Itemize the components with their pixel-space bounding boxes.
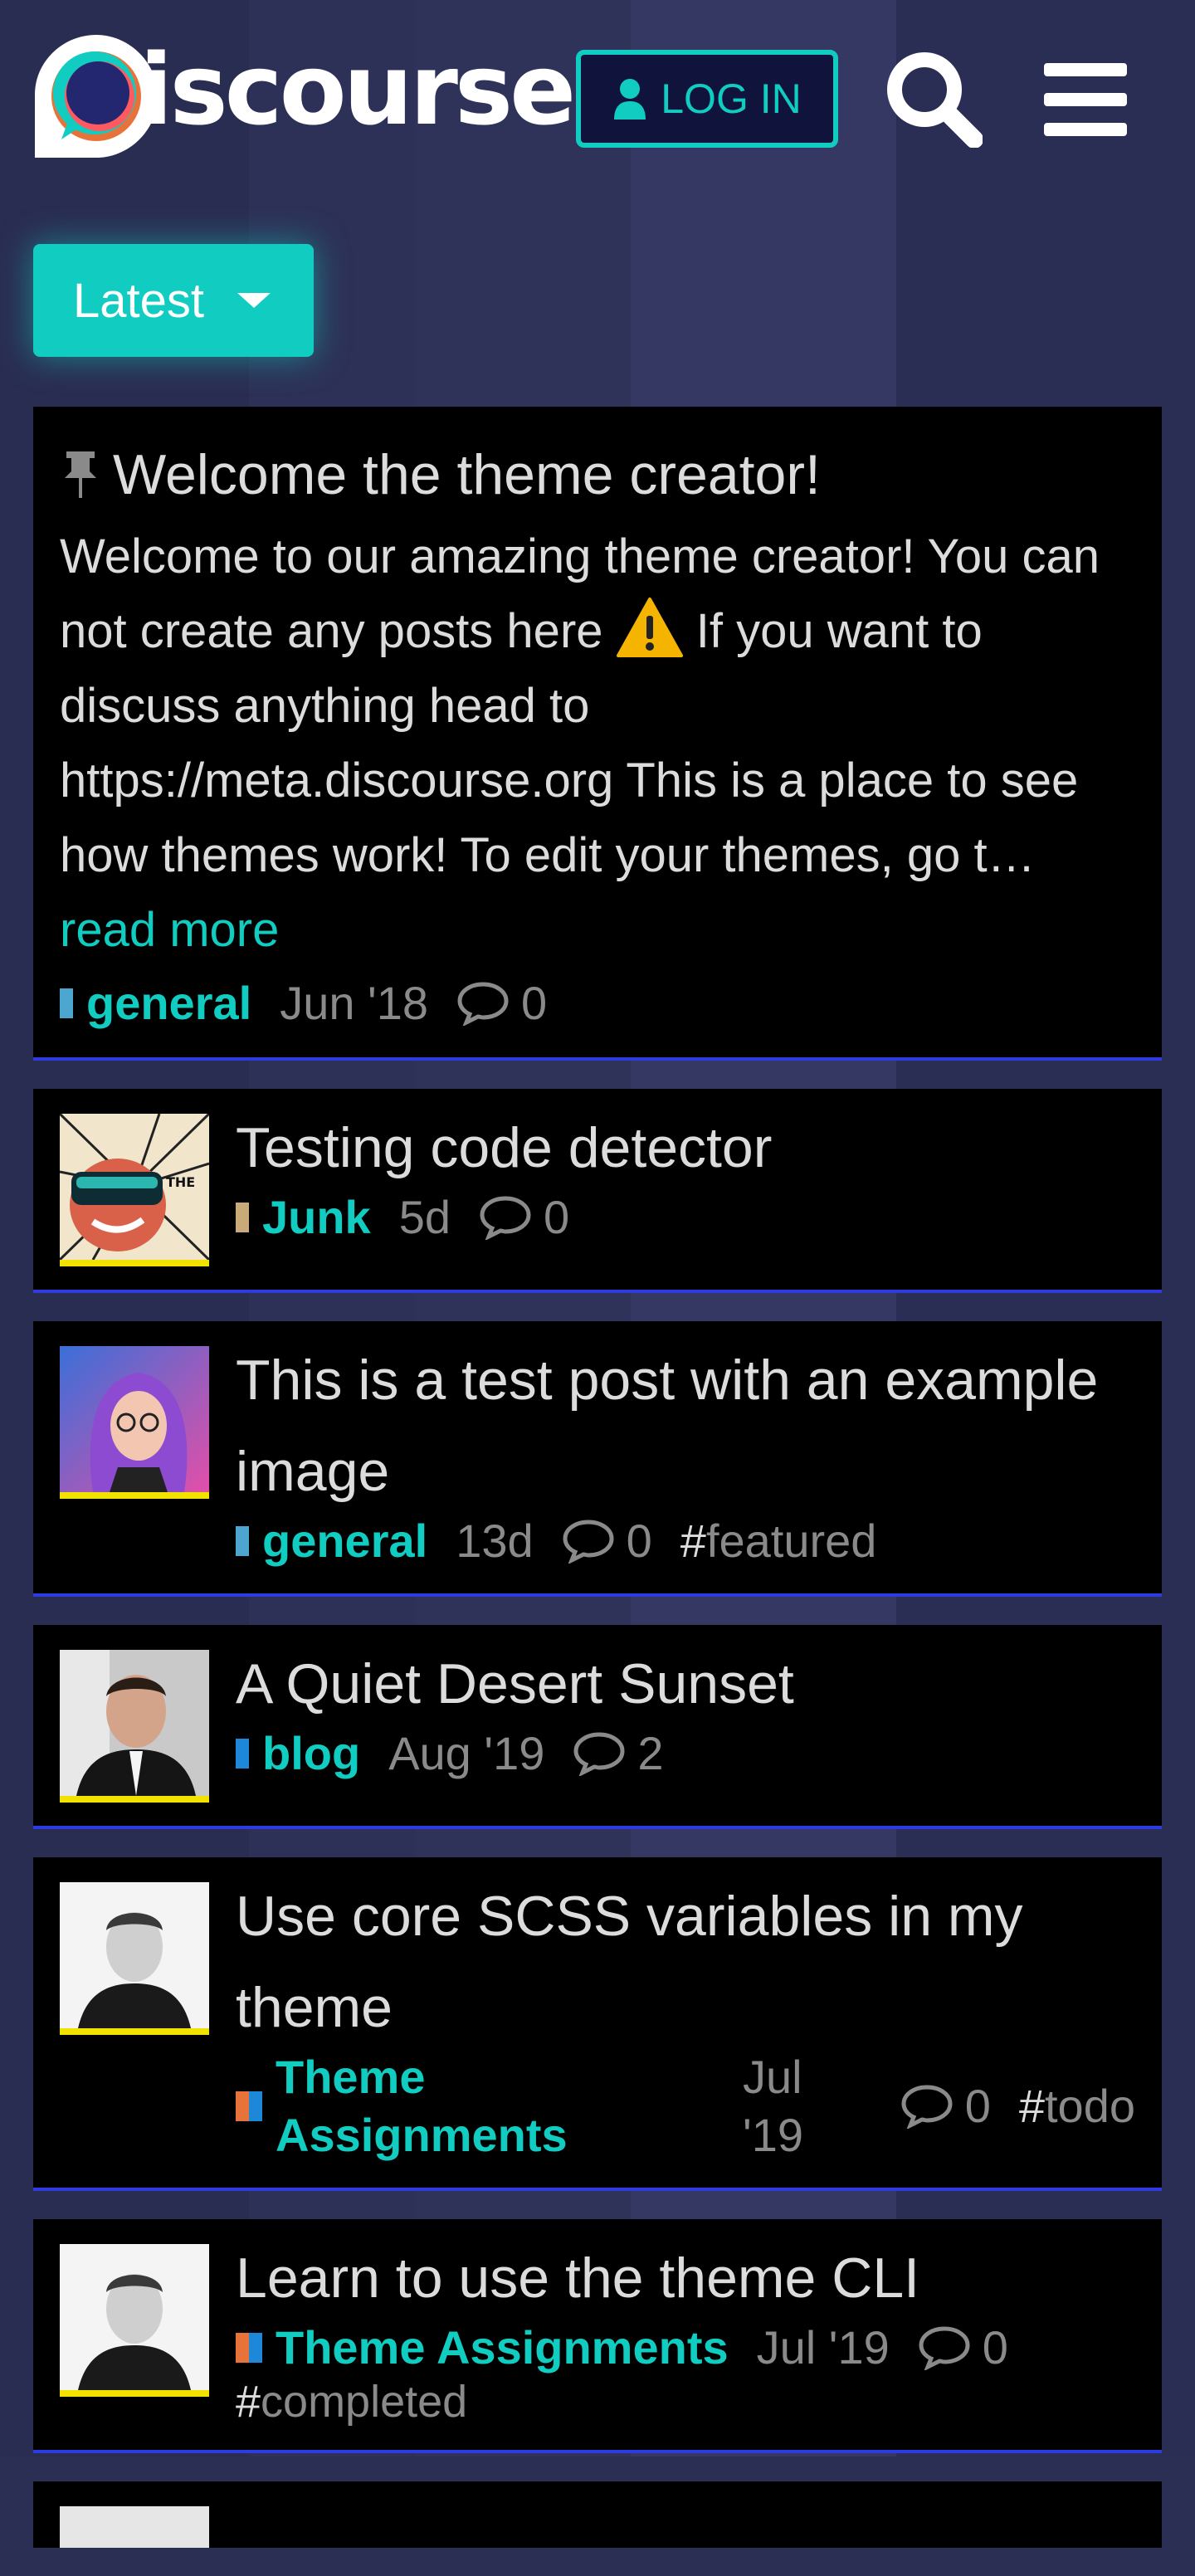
avatar-photo-bw <box>60 1882 209 2028</box>
comment-icon <box>480 1196 531 1240</box>
topic-tag[interactable]: #completed <box>236 2377 1135 2427</box>
topic-date: Aug '19 <box>388 1727 545 1779</box>
discourse-logo[interactable]: iscourse <box>32 32 576 164</box>
category-name: general <box>86 977 252 1029</box>
category-name: Junk <box>262 1191 371 1243</box>
svg-text:THE: THE <box>166 1174 195 1190</box>
topic-item-partial[interactable] <box>33 2481 1162 2548</box>
topic-tag[interactable]: #todo <box>1019 2077 1135 2135</box>
topic-meta: general 13d 0 #featured <box>236 1512 1135 1570</box>
reply-count: 0 <box>456 974 547 1032</box>
avatar[interactable] <box>60 2244 209 2397</box>
avatar[interactable] <box>60 1882 209 2035</box>
avatar[interactable] <box>60 1346 209 1499</box>
pinned-topic[interactable]: Welcome the theme creator! Welcome to ou… <box>33 407 1162 1061</box>
reply-count-value: 0 <box>982 2321 1008 2374</box>
topic-meta: Theme Assignments Jul '19 0 #todo <box>236 2048 1135 2164</box>
reply-count: 0 <box>918 2319 1008 2377</box>
reply-count-value: 0 <box>544 1191 570 1243</box>
user-icon <box>614 79 646 120</box>
topic-title[interactable]: Testing code detector <box>236 1102 1135 1193</box>
avatar-vr-image: THE <box>60 1114 209 1260</box>
pinned-excerpt: Welcome to our amazing theme creator! Yo… <box>60 520 1135 968</box>
reply-count-value: 0 <box>521 977 548 1029</box>
topic-title[interactable]: A Quiet Desert Sunset <box>236 1638 1135 1730</box>
category-badge[interactable]: general <box>236 1512 427 1570</box>
logo-text: iscourse <box>139 32 576 147</box>
category-name: blog <box>262 1727 361 1779</box>
pinned-title-text: Welcome the theme creator! <box>113 443 821 506</box>
reply-count-value: 2 <box>637 1727 664 1779</box>
pinned-meta: general Jun '18 0 <box>60 974 1135 1032</box>
avatar[interactable]: THE <box>60 1114 209 1266</box>
category-badge[interactable]: Theme Assignments <box>236 2048 715 2164</box>
avatar[interactable] <box>60 1650 209 1803</box>
topic-meta: blog Aug '19 2 <box>236 1725 1135 1783</box>
reply-count-value: 0 <box>964 2080 991 2132</box>
search-icon[interactable] <box>885 50 983 148</box>
topic-item[interactable]: This is a test post with an example imag… <box>33 1321 1162 1597</box>
reply-count: 0 <box>562 1512 652 1570</box>
topic-title[interactable]: Learn to use the theme CLI <box>236 2232 1135 2324</box>
reply-count: 2 <box>573 1725 664 1783</box>
latest-label: Latest <box>73 273 204 328</box>
caret-down-icon <box>237 293 271 308</box>
topic-date: 5d <box>398 1191 451 1243</box>
topic-date: Jul '19 <box>756 2321 890 2374</box>
read-more-link[interactable]: read more <box>60 903 279 957</box>
latest-filter-dropdown[interactable]: Latest <box>33 244 314 357</box>
category-name: general <box>262 1515 428 1567</box>
topic-item[interactable]: A Quiet Desert Sunset blog Aug '19 2 <box>33 1625 1162 1829</box>
topic-item[interactable]: Use core SCSS variables in my theme Them… <box>33 1857 1162 2191</box>
comment-icon <box>919 2326 970 2370</box>
pin-icon <box>65 451 96 498</box>
reply-count: 0 <box>900 2077 991 2135</box>
avatar-illustration <box>60 1346 209 1492</box>
category-badge[interactable]: Junk <box>236 1188 371 1247</box>
topic-date: 13d <box>456 1515 534 1567</box>
topic-list: Welcome the theme creator! Welcome to ou… <box>33 407 1162 2576</box>
topic-tag[interactable]: #featured <box>680 1512 877 1570</box>
tag-label: completed <box>261 2377 468 2427</box>
category-badge[interactable]: general <box>60 974 251 1032</box>
topic-meta: Junk 5d 0 <box>236 1188 1135 1247</box>
site-header: iscourse LOG IN <box>0 0 1195 207</box>
pinned-topic-title[interactable]: Welcome the theme creator! <box>60 442 1135 508</box>
topic-date: Jul '19 <box>743 2051 804 2161</box>
comment-icon <box>901 2085 953 2129</box>
topic-title[interactable]: This is a test post with an example imag… <box>236 1334 1135 1517</box>
topic-item[interactable]: THE Testing code detector Junk 5d 0 <box>33 1089 1162 1293</box>
warning-icon <box>616 598 683 657</box>
tag-label: todo <box>1045 2080 1135 2132</box>
category-name: Theme Assignments <box>276 2321 729 2374</box>
topic-title[interactable]: Use core SCSS variables in my theme <box>236 1871 1135 2053</box>
category-name: Theme Assignments <box>276 2051 568 2161</box>
topic-item[interactable]: Learn to use the theme CLI Theme Assignm… <box>33 2219 1162 2453</box>
avatar-photo-bw <box>60 2244 209 2390</box>
category-badge[interactable]: blog <box>236 1725 360 1783</box>
avatar[interactable] <box>60 2506 209 2548</box>
avatar-photo <box>60 1650 209 1796</box>
category-badge[interactable]: Theme Assignments <box>236 2319 729 2377</box>
hamburger-menu-icon[interactable] <box>1044 60 1127 139</box>
comment-icon <box>573 1732 625 1776</box>
topic-date: Jun '18 <box>280 977 429 1029</box>
comment-icon <box>563 1520 614 1564</box>
login-label: LOG IN <box>661 76 802 122</box>
topic-meta: Theme Assignments Jul '19 0 <box>236 2319 1135 2377</box>
login-button[interactable]: LOG IN <box>576 50 838 148</box>
tag-label: featured <box>705 1515 877 1567</box>
reply-count-value: 0 <box>626 1515 652 1567</box>
reply-count: 0 <box>479 1188 569 1247</box>
comment-icon <box>457 982 509 1026</box>
